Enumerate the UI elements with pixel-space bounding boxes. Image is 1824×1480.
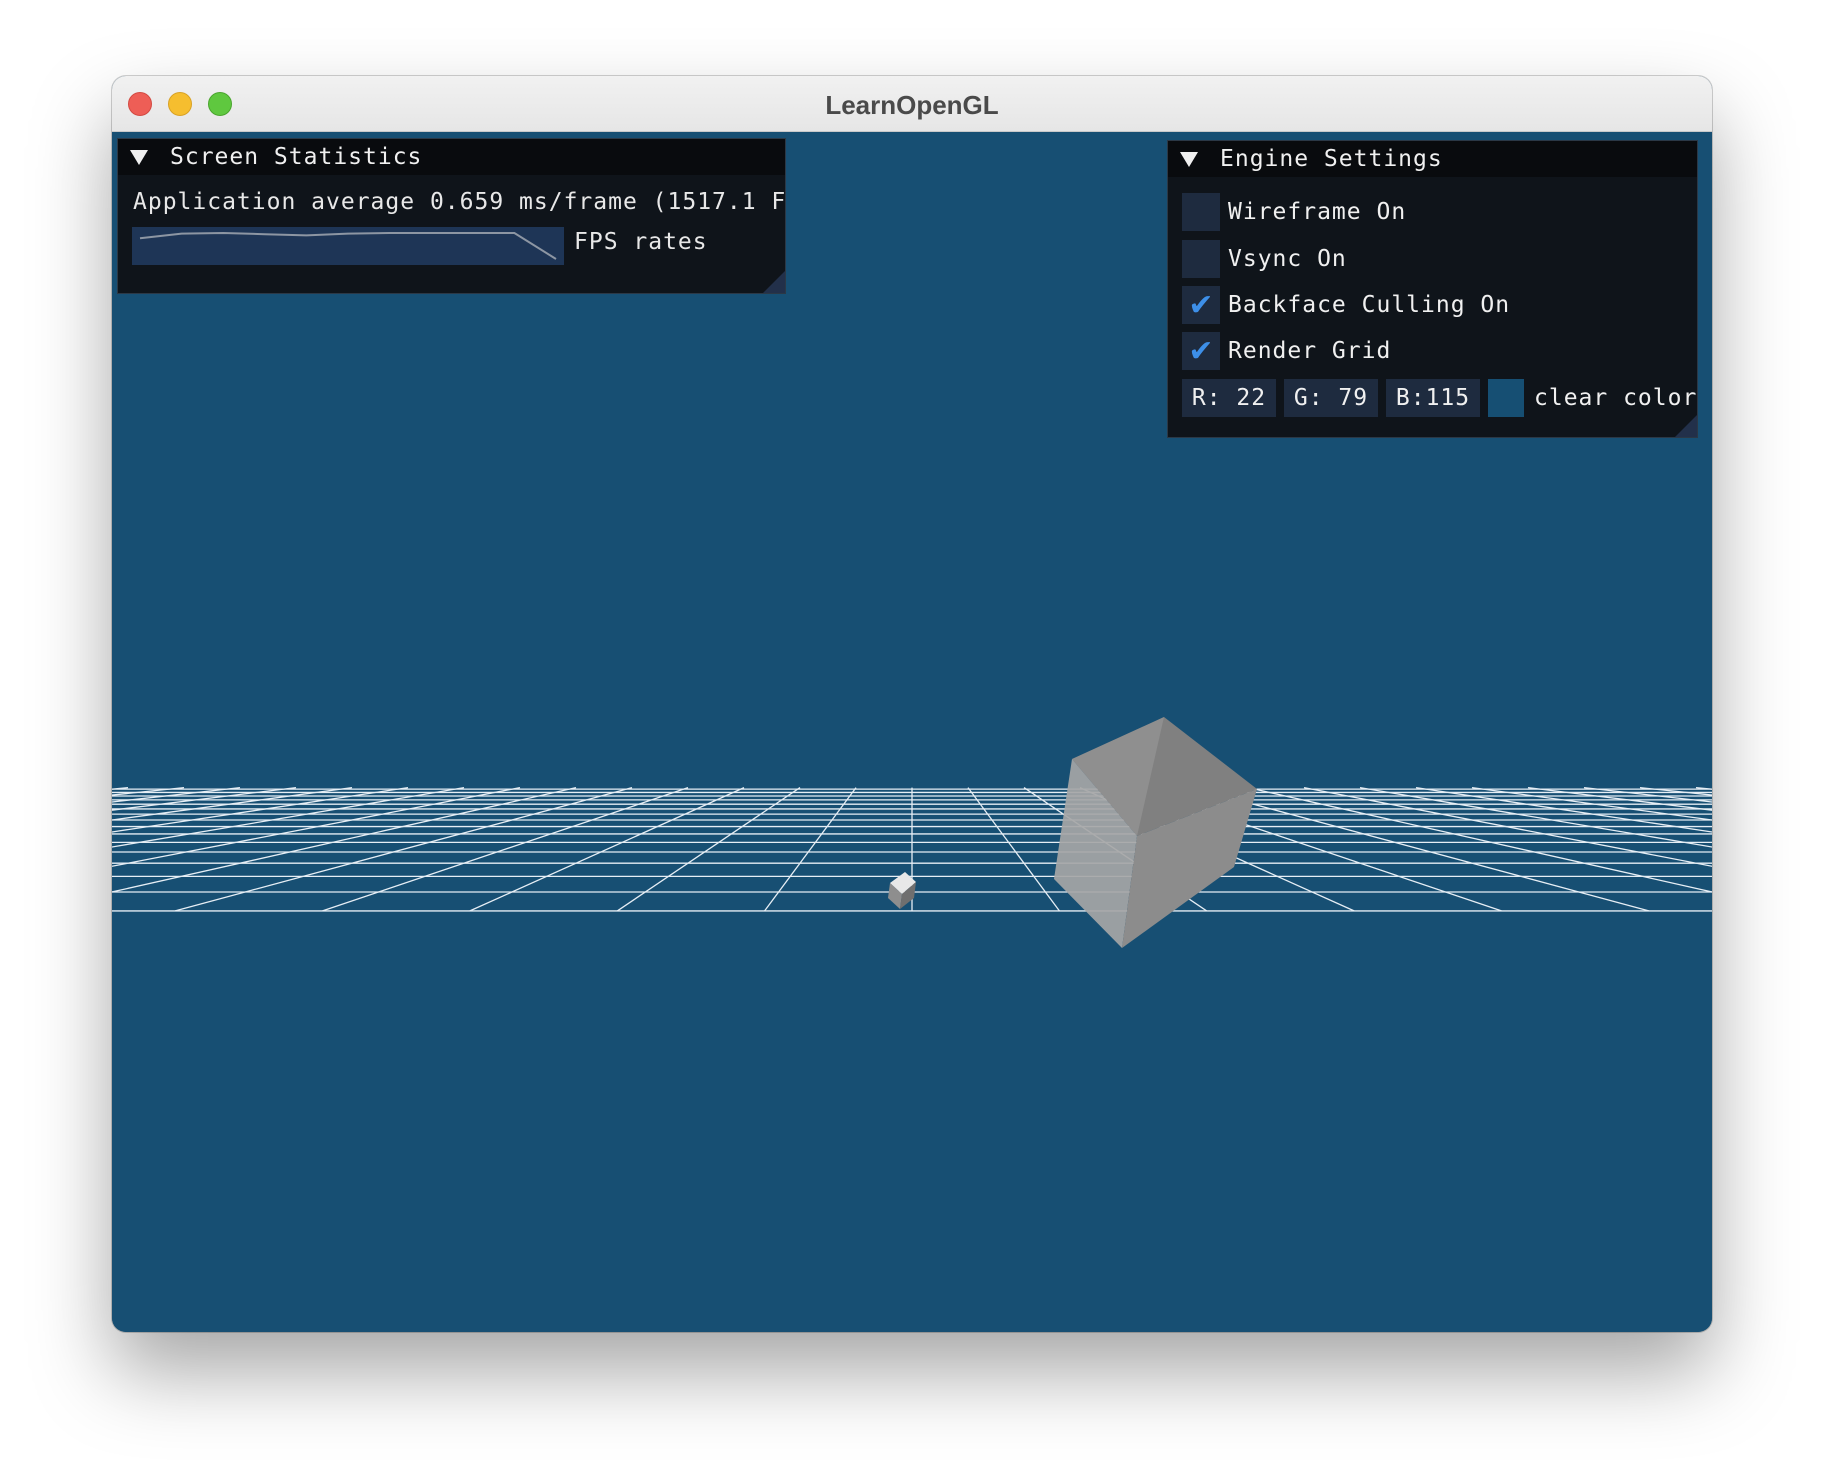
engine-settings-title: Engine Settings: [1220, 146, 1443, 172]
backface-culling-checkbox[interactable]: ✔: [1182, 286, 1220, 324]
fps-plot-line: [139, 231, 557, 260]
screen-statistics-title: Screen Statistics: [170, 144, 423, 170]
backface-culling-option[interactable]: ✔ Backface Culling On: [1182, 286, 1510, 324]
resize-grip-icon[interactable]: [1675, 415, 1697, 437]
clear-color-swatch[interactable]: [1488, 379, 1524, 417]
checkmark-icon: ✔: [1188, 333, 1214, 369]
resize-grip-icon[interactable]: [763, 271, 785, 293]
fps-plot[interactable]: [132, 227, 564, 265]
render-grid-option[interactable]: ✔ Render Grid: [1182, 332, 1391, 370]
title-bar[interactable]: LearnOpenGL: [112, 76, 1712, 132]
collapse-arrow-icon[interactable]: [130, 149, 148, 165]
vsync-label: Vsync On: [1228, 246, 1347, 272]
screen-statistics-panel[interactable]: Screen Statistics Application average 0.…: [117, 138, 786, 294]
app-window: LearnOpenGL Screen Statistics Applicatio…: [112, 76, 1712, 1332]
screen-statistics-header[interactable]: Screen Statistics: [118, 139, 785, 175]
wireframe-checkbox[interactable]: [1182, 193, 1220, 231]
fps-plot-label: FPS rates: [574, 229, 708, 255]
clear-color-b-field[interactable]: B:115: [1386, 379, 1480, 417]
engine-settings-panel[interactable]: Engine Settings Wireframe On Vsync On ✔ …: [1167, 140, 1698, 438]
engine-settings-header[interactable]: Engine Settings: [1168, 141, 1697, 177]
render-grid-checkbox[interactable]: ✔: [1182, 332, 1220, 370]
render-grid-label: Render Grid: [1228, 338, 1392, 364]
large-cube: [1054, 717, 1257, 948]
checkmark-icon: ✔: [1188, 287, 1214, 323]
clear-color-label: clear color: [1534, 385, 1698, 411]
wireframe-label: Wireframe On: [1228, 199, 1407, 225]
wireframe-option[interactable]: Wireframe On: [1182, 193, 1406, 231]
render-viewport[interactable]: Screen Statistics Application average 0.…: [112, 132, 1712, 1332]
vsync-checkbox[interactable]: [1182, 240, 1220, 278]
window-title: LearnOpenGL: [825, 90, 999, 120]
clear-color-g-field[interactable]: G: 79: [1284, 379, 1378, 417]
collapse-arrow-icon[interactable]: [1180, 151, 1198, 167]
clear-color-editor[interactable]: R: 22 G: 79 B:115 clear color: [1182, 379, 1697, 417]
backface-culling-label: Backface Culling On: [1228, 292, 1511, 318]
clear-color-r-field[interactable]: R: 22: [1182, 379, 1276, 417]
vsync-option[interactable]: Vsync On: [1182, 240, 1347, 278]
average-frame-time-text: Application average 0.659 ms/frame (1517…: [133, 189, 786, 215]
